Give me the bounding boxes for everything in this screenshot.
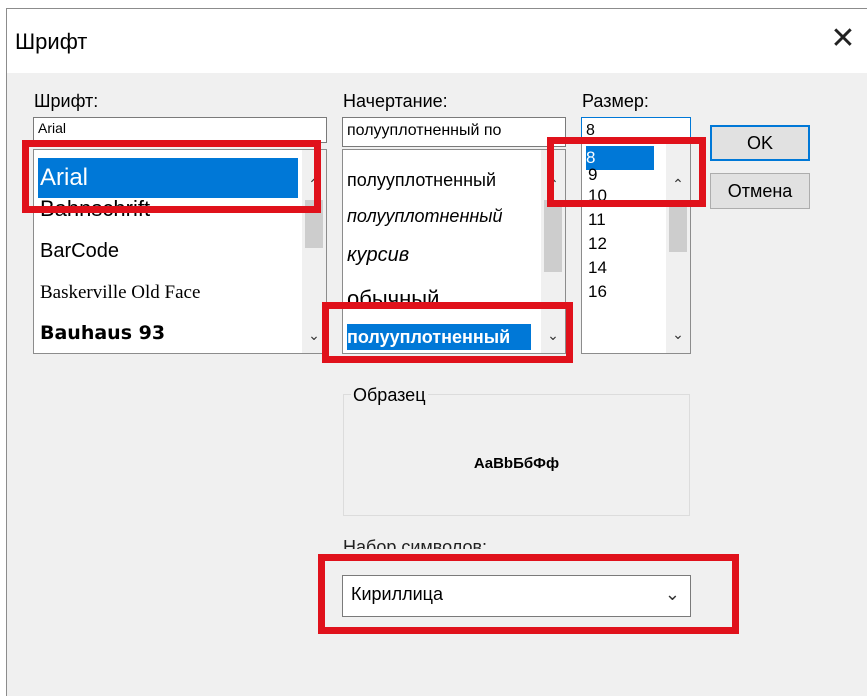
size-item-12[interactable]: 12 xyxy=(588,234,607,254)
scroll-thumb[interactable] xyxy=(669,200,687,252)
charset-select[interactable]: Кириллица ⌄ xyxy=(342,575,691,617)
style-item-italic[interactable]: курсив xyxy=(347,244,537,267)
dialog-title: Шрифт xyxy=(15,29,88,54)
scroll-thumb[interactable] xyxy=(305,200,323,248)
font-item-bauhaus[interactable]: Bauhaus 93 xyxy=(40,322,165,344)
size-item-10[interactable]: 10 xyxy=(588,186,607,206)
font-item-baskerville[interactable]: Baskerville Old Face xyxy=(40,282,200,304)
scroll-down-icon[interactable]: ⌄ xyxy=(302,323,326,347)
style-item-regular[interactable]: обычный xyxy=(347,286,537,312)
font-dialog: Шрифт ✕ Шрифт: Arial Arial Bahnschrift B… xyxy=(6,8,867,696)
charset-value: Кириллица xyxy=(351,584,443,604)
title-bar: Шрифт ✕ xyxy=(7,9,867,73)
charset-label: Набор символов: xyxy=(343,537,488,549)
scroll-down-icon[interactable]: ⌄ xyxy=(666,322,690,346)
font-label: Шрифт: xyxy=(34,91,99,111)
size-item-16[interactable]: 16 xyxy=(588,282,607,302)
style-list[interactable]: полууплотненный полууплотненный курсив о… xyxy=(342,149,566,354)
chevron-down-icon: ⌄ xyxy=(664,584,680,604)
style-item-semicondensed[interactable]: полууплотненный xyxy=(347,170,537,191)
size-item-8[interactable]: 8 xyxy=(586,146,654,170)
style-item-semicondensed-italic[interactable]: полууплотненный xyxy=(347,206,537,227)
cancel-button[interactable]: Отмена xyxy=(710,173,810,209)
close-icon[interactable]: ✕ xyxy=(825,21,861,57)
size-label: Размер: xyxy=(582,91,649,111)
style-list-scrollbar[interactable]: ⌃ ⌄ xyxy=(541,150,565,353)
size-item-9[interactable]: 9 xyxy=(588,168,597,184)
scroll-up-icon[interactable]: ⌃ xyxy=(302,172,326,196)
font-item-bahnschrift[interactable]: Bahnschrift xyxy=(40,196,295,226)
font-list-scrollbar[interactable]: ⌃ ⌄ xyxy=(302,150,326,353)
font-item-arial[interactable]: Arial xyxy=(38,158,298,198)
size-list-scrollbar[interactable]: ⌃ ⌄ xyxy=(666,142,690,353)
size-item-14[interactable]: 14 xyxy=(588,258,607,278)
sample-text: AaBbБбФф xyxy=(473,455,560,472)
scroll-up-icon[interactable]: ⌃ xyxy=(541,172,565,196)
size-list[interactable]: 8 9 10 11 12 14 16 ⌃ ⌄ xyxy=(581,141,691,354)
style-label: Начертание: xyxy=(343,91,448,111)
style-input[interactable]: полууплотненный по xyxy=(342,117,566,147)
ok-button[interactable]: OK xyxy=(710,125,810,161)
style-item-semicondensed-bold[interactable]: полууплотненный xyxy=(347,324,531,350)
font-item-barcode[interactable]: BarCode xyxy=(40,240,119,263)
scroll-thumb[interactable] xyxy=(544,200,562,272)
scroll-down-icon[interactable]: ⌄ xyxy=(541,323,565,347)
font-list[interactable]: Arial Bahnschrift BarCode Baskerville Ol… xyxy=(33,149,327,354)
size-item-11[interactable]: 11 xyxy=(588,210,606,230)
font-name-input[interactable]: Arial xyxy=(33,117,327,143)
scroll-up-icon[interactable]: ⌃ xyxy=(666,172,690,196)
sample-label: Образец xyxy=(351,385,428,406)
